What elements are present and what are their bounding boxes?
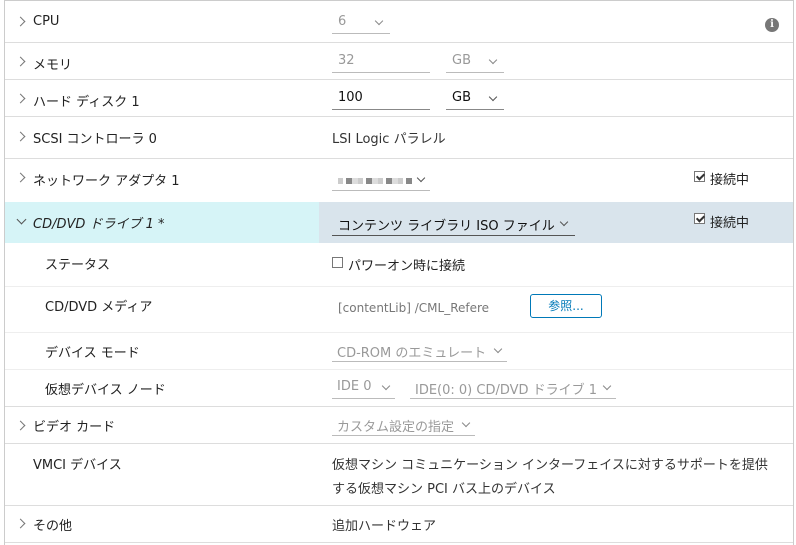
memory-label: メモリ: [33, 58, 73, 73]
row-virtual-device-node: 仮想デバイス ノード IDE 0 IDE(0: 0) CD/DVD ドライブ 1: [5, 370, 793, 407]
chevron-down-icon: [461, 418, 471, 428]
row-status: ステータス パワーオン時に接続: [5, 243, 793, 287]
vmci-label: VMCI デバイス: [33, 458, 122, 473]
memory-input[interactable]: 32: [332, 51, 430, 73]
redacted-network-name: [338, 178, 412, 184]
ide-bus-select[interactable]: IDE 0: [332, 377, 395, 399]
media-path: [contentLib] /CML_Refere: [338, 301, 490, 315]
chevron-down-icon: [374, 16, 384, 26]
memory-unit-select[interactable]: GB: [446, 51, 504, 73]
network-select[interactable]: [332, 169, 430, 191]
cddvd-label: CD/DVD ドライブ 1 *: [33, 217, 165, 232]
other-value: 追加ハードウェア: [332, 519, 437, 534]
cddvd-type-select[interactable]: コンテンツ ライブラリ ISO ファイル: [332, 212, 575, 236]
cpu-select[interactable]: 6: [332, 12, 390, 34]
device-mode-select[interactable]: CD-ROM のエミュレート: [332, 340, 507, 362]
row-cddvd-drive[interactable]: CD/DVD ドライブ 1 * コンテンツ ライブラリ ISO ファイル 接続中: [5, 202, 793, 243]
chevron-right-icon[interactable]: [15, 518, 26, 529]
chevron-down-icon: [416, 173, 426, 183]
hard-disk-size-input[interactable]: 100: [332, 88, 430, 110]
chevron-down-icon: [381, 381, 391, 391]
chevron-down-icon: [493, 344, 503, 354]
row-network-adapter: ネットワーク アダプタ 1 接続中: [5, 159, 793, 202]
scsi-label: SCSI コントローラ 0: [33, 132, 157, 147]
chevron-right-icon[interactable]: [15, 16, 26, 27]
row-cddvd-media: CD/DVD メディア [contentLib] /CML_Refere 参照.…: [5, 287, 793, 333]
chevron-right-icon[interactable]: [15, 131, 26, 142]
network-label: ネットワーク アダプタ 1: [33, 174, 180, 189]
cddvd-connected-checkbox[interactable]: [694, 213, 705, 224]
chevron-down-icon: [559, 217, 569, 227]
hard-disk-unit-select[interactable]: GB: [446, 88, 504, 110]
row-memory: メモリ 32 GB: [5, 43, 793, 80]
chevron-right-icon[interactable]: [15, 56, 26, 67]
power-on-connect-checkbox[interactable]: [332, 257, 343, 268]
vm-hardware-settings: CPU 6 i メモリ 32 GB ハード ディスク 1 100 GB SCSI…: [4, 0, 794, 545]
row-device-mode: デバイス モード CD-ROM のエミュレート: [5, 333, 793, 370]
power-on-connect-label: パワーオン時に接続: [348, 259, 466, 274]
chevron-right-icon[interactable]: [15, 172, 26, 183]
chevron-right-icon[interactable]: [15, 93, 26, 104]
chevron-down-icon: [488, 92, 498, 102]
ide-node-select[interactable]: IDE(0: 0) CD/DVD ドライブ 1: [410, 377, 616, 399]
network-connected-checkbox[interactable]: [694, 171, 705, 182]
chevron-down-icon: [602, 381, 612, 391]
chevron-right-icon[interactable]: [15, 420, 26, 431]
virtual-node-label: 仮想デバイス ノード: [45, 383, 166, 398]
row-scsi-controller: SCSI コントローラ 0 LSI Logic パラレル: [5, 117, 793, 159]
video-card-select[interactable]: カスタム設定の指定: [332, 414, 475, 436]
vmci-description-line1: 仮想マシン コミュニケーション インターフェイスに対するサポートを提供: [332, 458, 768, 473]
info-icon[interactable]: i: [765, 18, 779, 32]
row-hard-disk: ハード ディスク 1 100 GB: [5, 80, 793, 117]
chevron-down-icon: [488, 55, 498, 65]
browse-button[interactable]: 参照...: [530, 294, 602, 318]
hard-disk-label: ハード ディスク 1: [33, 95, 140, 110]
row-cpu: CPU 6 i: [5, 1, 793, 43]
other-label: その他: [33, 519, 73, 534]
scsi-value: LSI Logic パラレル: [332, 132, 446, 147]
row-video-card: ビデオ カード カスタム設定の指定: [5, 407, 793, 444]
vmci-description-line2: する仮想マシン PCI バス上のデバイス: [332, 482, 556, 497]
status-label: ステータス: [45, 258, 111, 273]
network-connected-label: 接続中: [710, 173, 750, 188]
row-vmci-device: VMCI デバイス 仮想マシン コミュニケーション インターフェイスに対するサポ…: [5, 444, 793, 506]
media-label: CD/DVD メディア: [45, 300, 153, 315]
device-mode-label: デバイス モード: [45, 346, 140, 361]
video-card-label: ビデオ カード: [33, 420, 116, 435]
row-other: その他 追加ハードウェア: [5, 506, 793, 543]
cpu-label: CPU: [33, 14, 60, 29]
cddvd-connected-label: 接続中: [710, 216, 750, 231]
